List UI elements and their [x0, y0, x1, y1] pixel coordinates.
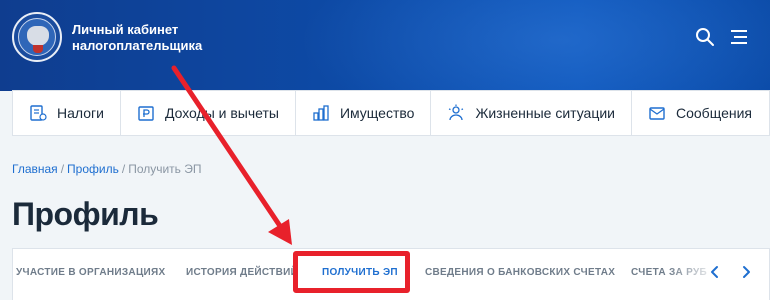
nav-item-label: Доходы и вычеты — [164, 105, 279, 121]
tab-action-history[interactable]: ИСТОРИЯ ДЕЙСТВИЙ — [186, 267, 298, 278]
messages-icon — [649, 107, 665, 120]
income-icon — [138, 106, 154, 121]
brand-title[interactable]: Личный кабинет налогоплательщика — [72, 22, 202, 54]
site-header: Личный кабинет налогоплательщика — [0, 0, 770, 91]
page-title: Профиль — [12, 196, 159, 232]
life-situations-icon — [449, 104, 464, 121]
emblem-icon[interactable] — [12, 12, 62, 62]
annotation-highlight-box — [293, 251, 410, 293]
breadcrumb-home[interactable]: Главная — [12, 162, 58, 176]
breadcrumb: Главная / Профиль / Получить ЭП — [12, 162, 202, 176]
chevron-right-icon[interactable] — [737, 263, 755, 281]
brand-line-1: Личный кабинет — [72, 22, 179, 37]
menu-icon[interactable] — [728, 26, 750, 48]
property-icon — [313, 105, 329, 121]
nav-item-label: Сообщения — [676, 105, 752, 121]
chevron-left-icon[interactable] — [706, 263, 724, 281]
breadcrumb-separator: / — [121, 162, 126, 176]
main-nav: Налоги Доходы и вычеты Имущество Жизненн… — [12, 90, 770, 136]
nav-item-label: Имущество — [339, 105, 415, 121]
nav-item-life-situations[interactable]: Жизненные ситуации — [431, 91, 632, 135]
nav-item-messages[interactable]: Сообщения — [632, 91, 768, 135]
nav-item-label: Налоги — [57, 105, 104, 121]
nav-item-label: Жизненные ситуации — [475, 105, 615, 121]
breadcrumb-profile[interactable]: Профиль — [67, 162, 119, 176]
tax-icon — [30, 105, 47, 121]
search-icon[interactable] — [694, 26, 716, 48]
nav-item-property[interactable]: Имущество — [296, 91, 432, 135]
nav-item-taxes[interactable]: Налоги — [13, 91, 121, 135]
breadcrumb-current: Получить ЭП — [128, 162, 202, 176]
tab-organizations[interactable]: УЧАСТИЕ В ОРГАНИЗАЦИЯХ — [16, 267, 166, 278]
nav-item-income[interactable]: Доходы и вычеты — [121, 91, 296, 135]
tab-bank-accounts[interactable]: СВЕДЕНИЯ О БАНКОВСКИХ СЧЕТАХ — [425, 267, 615, 278]
breadcrumb-separator: / — [60, 162, 65, 176]
brand-line-2: налогоплательщика — [72, 38, 203, 53]
